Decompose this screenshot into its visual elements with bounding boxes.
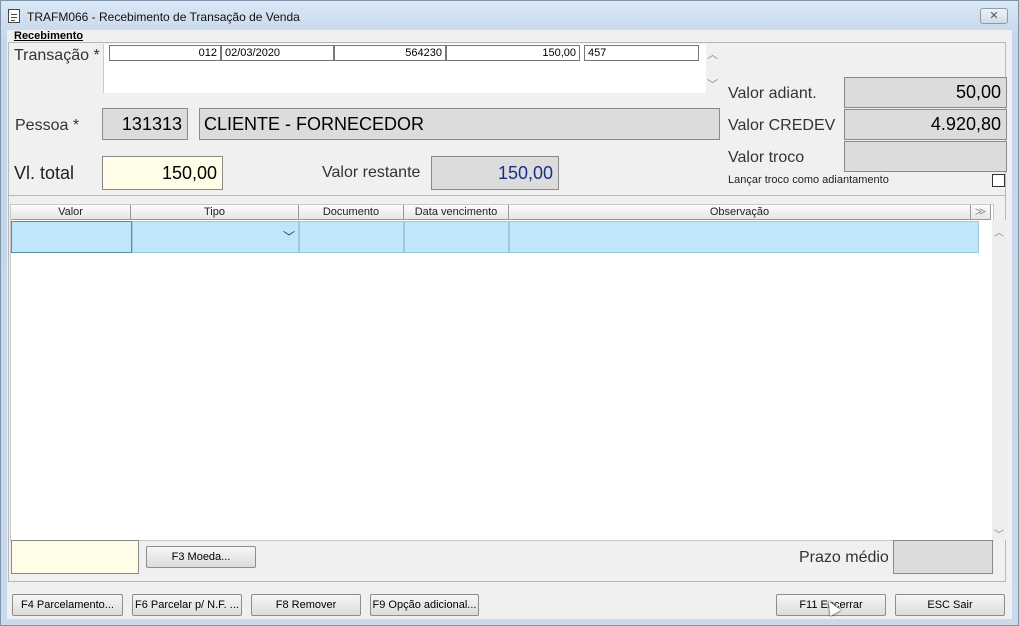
valor-restante-label: Valor restante xyxy=(322,164,421,181)
valor-adiant-field: 50,00 xyxy=(844,77,1007,108)
cell-observacao[interactable] xyxy=(509,221,979,253)
cell-valor[interactable] xyxy=(11,221,132,253)
col-header-data-vencimento[interactable]: Data vencimento xyxy=(404,205,509,220)
transacao-cell-valor[interactable]: 150,00 xyxy=(446,45,580,61)
payment-grid[interactable] xyxy=(10,204,994,541)
pessoa-code-field[interactable]: 131313 xyxy=(102,108,188,140)
grid-scrollbar[interactable] xyxy=(992,220,1006,540)
title-bar: TRAFM066 - Recebimento de Transação de V… xyxy=(0,0,1019,30)
prazo-medio-label: Prazo médio xyxy=(799,549,889,566)
transacao-scroll-down-icon[interactable]: ﹀ xyxy=(707,76,718,92)
lancar-troco-checkbox[interactable] xyxy=(992,174,1005,187)
moeda-field[interactable] xyxy=(11,540,139,574)
close-button[interactable]: ✕ xyxy=(980,8,1008,24)
valor-credev-field: 4.920,80 xyxy=(844,109,1007,140)
group-label: Recebimento xyxy=(14,30,84,42)
cell-data-vencimento[interactable] xyxy=(404,221,509,253)
valor-troco-label: Valor troco xyxy=(728,149,805,166)
chevron-up-icon[interactable]: ︿ xyxy=(994,224,1004,239)
vl-total-label: Vl. total xyxy=(14,163,75,183)
col-header-documento[interactable]: Documento xyxy=(299,205,404,220)
sair-button[interactable]: ESC Sair xyxy=(895,594,1005,616)
transacao-scroll-up-icon[interactable]: ︿ xyxy=(707,46,718,62)
parcelamento-button[interactable]: F4 Parcelamento... xyxy=(12,594,123,616)
transacao-label: Transação * xyxy=(14,47,100,64)
transacao-cell-numero[interactable]: 564230 xyxy=(334,45,446,61)
transacao-cell-data[interactable]: 02/03/2020 xyxy=(221,45,334,61)
cell-documento[interactable] xyxy=(299,221,404,253)
col-header-observacao[interactable]: Observação xyxy=(509,205,971,220)
col-header-valor[interactable]: Valor xyxy=(11,205,131,220)
valor-adiant-label: Valor adiant. xyxy=(728,85,817,102)
cell-tipo[interactable] xyxy=(132,221,299,253)
window-title: TRAFM066 - Recebimento de Transação de V… xyxy=(27,10,300,24)
vl-total-field[interactable]: 150,00 xyxy=(102,156,223,190)
transacao-cell-empresa[interactable]: 012 xyxy=(109,45,221,61)
transacao-cell-codigo[interactable]: 457 xyxy=(584,45,699,61)
document-icon xyxy=(8,9,20,23)
pessoa-name-field[interactable]: CLIENTE - FORNECEDOR xyxy=(199,108,720,140)
separator xyxy=(8,195,1006,196)
valor-credev-label: Valor CREDEV xyxy=(728,117,836,134)
parcelar-nf-button[interactable]: F6 Parcelar p/ N.F. ... xyxy=(132,594,242,616)
remover-button[interactable]: F8 Remover xyxy=(251,594,361,616)
chevron-down-icon[interactable]: ﹀ xyxy=(994,526,1004,541)
prazo-medio-field xyxy=(893,540,993,574)
lancar-troco-label: Lançar troco como adiantamento xyxy=(728,174,889,186)
pessoa-label: Pessoa * xyxy=(15,117,80,134)
column-chooser-icon[interactable]: ≫ xyxy=(971,205,991,220)
valor-troco-field xyxy=(844,141,1007,172)
valor-restante-field: 150,00 xyxy=(431,156,559,190)
moeda-button[interactable]: F3 Moeda... xyxy=(146,546,256,568)
col-header-tipo[interactable]: Tipo xyxy=(131,205,299,220)
chevron-down-icon[interactable]: ﹀ xyxy=(283,228,295,245)
opcao-adicional-button[interactable]: F9 Opção adicional... xyxy=(370,594,479,616)
